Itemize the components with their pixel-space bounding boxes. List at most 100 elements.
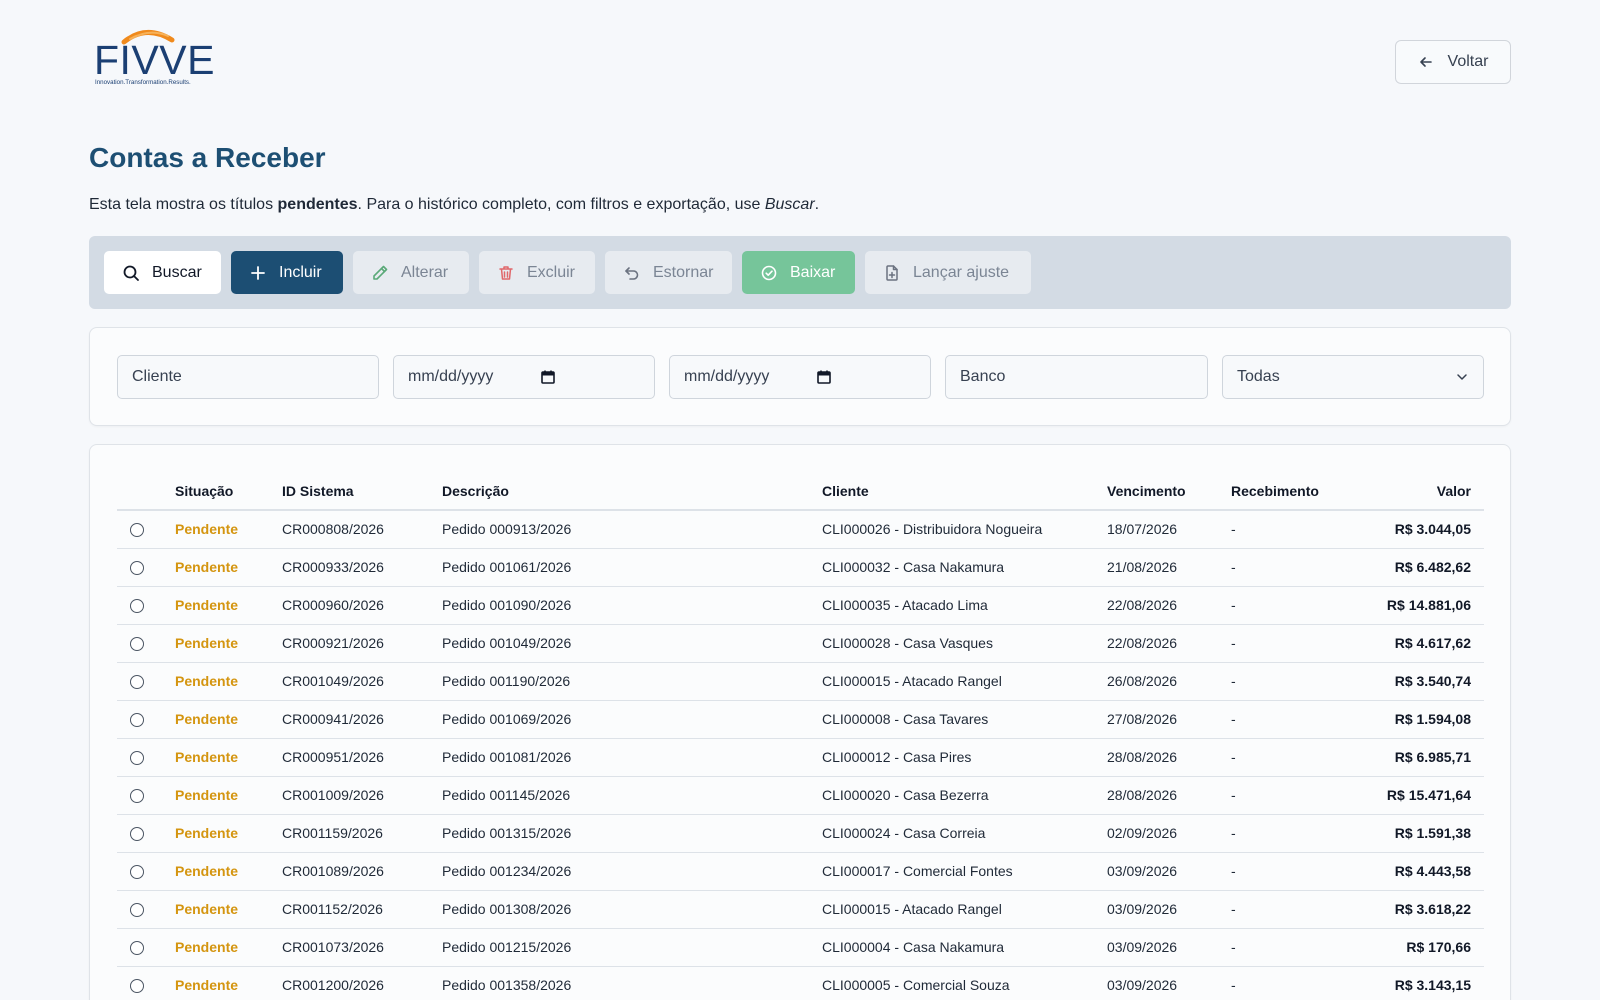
row-select-radio[interactable] [130, 789, 144, 804]
lancar-ajuste-label: Lançar ajuste [913, 263, 1010, 281]
date-to-input[interactable]: mm/dd/yyyy [669, 355, 931, 399]
check-circle-icon [761, 265, 777, 280]
row-select-cell [117, 890, 175, 929]
row-cliente: CLI000026 - Distribuidora Nogueira [822, 510, 1107, 549]
row-vencimento: 18/07/2026 [1107, 510, 1231, 549]
action-toolbar: Buscar Incluir Alterar Excluir Estornar … [89, 236, 1511, 309]
row-select-radio[interactable] [130, 599, 144, 614]
row-vencimento: 28/08/2026 [1107, 738, 1231, 777]
row-recebimento: - [1231, 890, 1371, 929]
row-cliente: CLI000024 - Casa Correia [822, 814, 1107, 853]
row-select-radio[interactable] [130, 865, 144, 880]
row-cliente: CLI000005 - Comercial Souza [822, 966, 1107, 1000]
table-row[interactable]: Pendente CR001073/2026 Pedido 001215/2026 C… [117, 928, 1484, 967]
subtitle-italic: Buscar [764, 196, 815, 213]
row-select-radio[interactable] [130, 751, 144, 766]
table-row[interactable]: Pendente CR001089/2026 Pedido 001234/2026 C… [117, 852, 1484, 891]
row-recebimento: - [1231, 624, 1371, 663]
row-descricao: Pedido 001081/2026 [442, 738, 822, 777]
table-row[interactable]: Pendente CR000941/2026 Pedido 001069/2026 C… [117, 700, 1484, 739]
row-select-radio[interactable] [130, 903, 144, 918]
row-select-radio[interactable] [130, 675, 144, 690]
row-cliente: CLI000020 - Casa Bezerra [822, 776, 1107, 815]
alterar-button[interactable]: Alterar [353, 251, 469, 294]
row-cliente: CLI000035 - Atacado Lima [822, 586, 1107, 625]
row-recebimento: - [1231, 700, 1371, 739]
table-row[interactable]: Pendente CR001200/2026 Pedido 001358/2026 C… [117, 966, 1484, 1000]
row-select-cell [117, 510, 175, 549]
buscar-button[interactable]: Buscar [104, 251, 221, 294]
table-header-row: Situação ID Sistema Descrição Cliente Ve… [117, 472, 1484, 511]
row-valor: R$ 1.591,38 [1371, 814, 1484, 853]
row-status: Pendente [175, 852, 282, 891]
status-select[interactable]: Todas [1222, 355, 1484, 399]
trash-icon [499, 265, 513, 280]
row-id-sistema: CR001200/2026 [282, 966, 442, 1000]
column-header-vencimento[interactable]: Vencimento [1107, 472, 1231, 511]
table-row[interactable]: Pendente CR001049/2026 Pedido 001190/2026 C… [117, 662, 1484, 701]
status-select-value: Todas [1237, 368, 1280, 385]
titles-table: Situação ID Sistema Descrição Cliente Ve… [117, 472, 1484, 1000]
baixar-button[interactable]: Baixar [742, 251, 855, 294]
cliente-filter-input[interactable]: Cliente [117, 355, 379, 399]
column-header-valor[interactable]: Valor [1371, 472, 1484, 511]
row-valor: R$ 4.443,58 [1371, 852, 1484, 891]
table-row[interactable]: Pendente CR000933/2026 Pedido 001061/2026 C… [117, 548, 1484, 587]
row-select-cell [117, 852, 175, 891]
subtitle-text-end: . [814, 196, 820, 213]
date-to-placeholder: mm/dd/yyyy [684, 368, 770, 385]
row-cliente: CLI000004 - Casa Nakamura [822, 928, 1107, 967]
row-select-radio[interactable] [130, 561, 144, 576]
subtitle-bold: pendentes [277, 196, 358, 213]
table-row[interactable]: Pendente CR001009/2026 Pedido 001145/2026 C… [117, 776, 1484, 815]
row-select-radio[interactable] [130, 979, 144, 994]
row-recebimento: - [1231, 852, 1371, 891]
row-id-sistema: CR000960/2026 [282, 586, 442, 625]
row-vencimento: 03/09/2026 [1107, 966, 1231, 1000]
excluir-label: Excluir [527, 263, 576, 281]
subtitle-text-mid: . Para o histórico completo, com filtros… [357, 196, 765, 213]
table-row[interactable]: Pendente CR000921/2026 Pedido 001049/2026 C… [117, 624, 1484, 663]
date-from-input[interactable]: mm/dd/yyyy [393, 355, 655, 399]
column-header-recebimento[interactable]: Recebimento [1231, 472, 1371, 511]
column-header-id-sistema[interactable]: ID Sistema [282, 472, 442, 511]
estornar-button[interactable]: Estornar [605, 251, 732, 294]
row-select-radio[interactable] [130, 523, 144, 538]
row-vencimento: 26/08/2026 [1107, 662, 1231, 701]
row-descricao: Pedido 001069/2026 [442, 700, 822, 739]
row-select-radio[interactable] [130, 827, 144, 842]
row-recebimento: - [1231, 510, 1371, 549]
row-valor: R$ 6.482,62 [1371, 548, 1484, 587]
row-select-cell [117, 814, 175, 853]
row-status: Pendente [175, 966, 282, 1000]
table-row[interactable]: Pendente CR000960/2026 Pedido 001090/2026 C… [117, 586, 1484, 625]
row-select-radio[interactable] [130, 713, 144, 728]
row-vencimento: 22/08/2026 [1107, 586, 1231, 625]
excluir-button[interactable]: Excluir [479, 251, 595, 294]
table-row[interactable]: Pendente CR000951/2026 Pedido 001081/2026 C… [117, 738, 1484, 777]
column-header-descricao[interactable]: Descrição [442, 472, 822, 511]
row-status: Pendente [175, 700, 282, 739]
row-cliente: CLI000008 - Casa Tavares [822, 700, 1107, 739]
calendar-icon[interactable] [540, 369, 556, 385]
row-id-sistema: CR000921/2026 [282, 624, 442, 663]
row-cliente: CLI000015 - Atacado Rangel [822, 890, 1107, 929]
column-header-situacao[interactable]: Situação [175, 472, 282, 511]
calendar-icon[interactable] [816, 369, 832, 385]
row-recebimento: - [1231, 966, 1371, 1000]
lancar-ajuste-button[interactable]: Lançar ajuste [865, 251, 1031, 294]
row-descricao: Pedido 001358/2026 [442, 966, 822, 1000]
table-row[interactable]: Pendente CR001159/2026 Pedido 001315/2026 C… [117, 814, 1484, 853]
back-button[interactable]: Voltar [1395, 40, 1511, 84]
column-header-cliente[interactable]: Cliente [822, 472, 1107, 511]
row-select-cell [117, 700, 175, 739]
banco-filter-input[interactable]: Banco [945, 355, 1208, 399]
row-select-radio[interactable] [130, 941, 144, 956]
row-select-cell [117, 966, 175, 1000]
table-row[interactable]: Pendente CR001152/2026 Pedido 001308/2026 C… [117, 890, 1484, 929]
incluir-button[interactable]: Incluir [231, 251, 343, 294]
row-valor: R$ 3.044,05 [1371, 510, 1484, 549]
table-row[interactable]: Pendente CR000808/2026 Pedido 000913/2026 C… [117, 510, 1484, 549]
row-select-radio[interactable] [130, 637, 144, 652]
row-vencimento: 22/08/2026 [1107, 624, 1231, 663]
